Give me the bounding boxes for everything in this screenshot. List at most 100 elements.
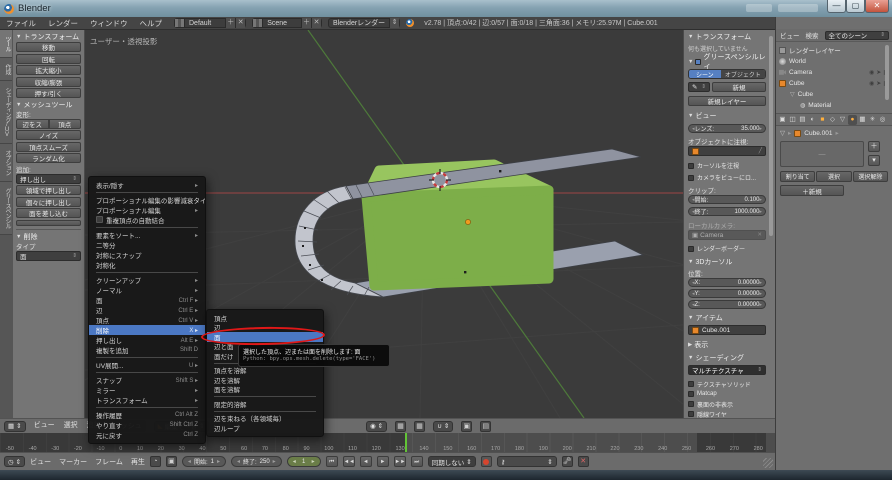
shading-mode-dropdown[interactable]: マルチテクスチャ⇕ [688,365,766,375]
np-item-header[interactable]: ▼アイテム [688,313,766,323]
scene-selector[interactable]: Scene ＋ ✕ [252,18,322,28]
tab-scene[interactable]: ▤ [798,115,807,125]
submenu-item[interactable] [214,411,316,412]
outliner-display-dropdown[interactable]: 全てのシーン⇕ [825,31,890,40]
np-view-header[interactable]: ▼ビュー [688,111,766,121]
context-menu-item[interactable]: 要素をソート...▸ [89,230,205,240]
tool-button[interactable]: 拡大縮小 [16,65,81,75]
context-menu-item[interactable]: 辺Ctrl E ▸ [89,305,205,315]
context-menu-item[interactable]: プロポーショナル編集の影響減衰タイプ▸ [89,195,205,205]
jump-to-start-button[interactable]: ⏮ [326,456,338,467]
editor-type-dropdown[interactable]: ◷⇕ [4,456,25,467]
context-menu-item[interactable]: UV展開...U ▸ [89,360,205,370]
cursor-z-field[interactable]: ◂Z:0.00000▸ [688,300,766,309]
extrude-dropdown[interactable]: 押し出し⇕ [16,174,81,184]
cursor-x-field[interactable]: ◂X:0.00000▸ [688,278,766,287]
lock-object-field[interactable]: ╱ [688,146,766,156]
pivot-dropdown[interactable]: ◉⇕ [366,421,387,432]
context-menu-item[interactable]: トランスフォーム▸ [89,395,205,405]
context-menu-item[interactable] [96,227,198,228]
shelf-tab[interactable]: オプション [0,144,12,182]
np-gpencil-header[interactable]: ▼グリースペンシルレイ [688,57,766,67]
outliner-row-material[interactable]: ◍ Material [800,100,888,110]
tab-render-layers[interactable]: ◫ [788,115,797,125]
context-menu-item[interactable]: 対称化 [89,260,205,270]
close-button[interactable]: ✕ [865,0,889,13]
add-slot-button[interactable]: ＋ [868,141,880,152]
context-menu-item[interactable]: プロポーショナル編集▸ [89,205,205,215]
outliner-scrollbar[interactable] [885,45,889,100]
select-button[interactable]: 選択 [816,171,851,182]
vertex-slide-button[interactable]: 頂点 [49,119,82,129]
context-menu-item[interactable]: 元に戻すCtrl Z [89,430,205,440]
context-menu-item[interactable]: クリーンアップ▸ [89,275,205,285]
deselect-button[interactable]: 選択解除 [853,171,888,182]
shading-checkbox[interactable]: テクスチャソリッド [688,379,766,389]
sync-dropdown[interactable]: 同期しない⇕ [428,456,476,467]
maximize-button[interactable]: ▢ [846,0,865,13]
outliner-row-renderlayers[interactable]: レンダーレイヤー▪ [779,45,889,55]
context-menu-item[interactable] [96,357,198,358]
tool-button[interactable]: 面を差し込む [16,208,81,218]
submenu-item[interactable]: 面を溶解 [207,385,323,395]
np-shading-header[interactable]: ▼シェーディング [688,353,766,363]
outliner-row-world[interactable]: World [779,56,889,66]
clear-icon[interactable]: ✕ [757,232,762,238]
submenu-item[interactable]: 辺を溶解 [207,375,323,385]
tool-button[interactable]: ランダム化 [16,153,81,163]
add-scene-button[interactable]: ＋ [301,18,311,28]
context-menu-item[interactable]: 対称にスナップ [89,250,205,260]
view3d-menu-item[interactable]: 選択 [64,420,78,432]
tool-button[interactable]: ノイズ [16,130,81,140]
delete-keyframe-icon[interactable]: ✕ [578,456,589,467]
selectable-icon[interactable]: ➤ [876,69,881,76]
add-layout-button[interactable]: ＋ [225,18,235,28]
tool-button[interactable]: 回転 [16,54,81,64]
context-menu-item[interactable]: やり直すShift Ctrl Z [89,420,205,430]
delete-scene-button[interactable]: ✕ [311,18,321,28]
snap-dropdown[interactable]: ∪⇕ [433,421,453,432]
np-display-header[interactable]: ▶表示 [688,340,766,350]
checkbox-checked-icon[interactable] [695,59,701,65]
tool-button[interactable]: 収縮/膨張 [16,77,81,87]
clip-end-field[interactable]: ◂終了:1000.000▸ [688,207,766,216]
shading-checkbox[interactable]: 裏面の非表示 [688,399,766,409]
submenu-item[interactable]: 辺ループ [207,423,323,433]
frame-start-field[interactable]: ◂開始:1▸ [182,456,226,467]
layers-grid-icon[interactable]: ▦ [395,421,406,432]
submenu-item[interactable]: 限定的溶解 [207,399,323,409]
context-menu-item[interactable]: ミラー▸ [89,385,205,395]
clipped-tool-button[interactable] [16,220,81,226]
edge-slide-button[interactable]: 辺をス [16,119,49,129]
tool-button[interactable]: 個々に押し出し [16,197,81,207]
prev-keyframe-button[interactable]: ◄◄ [343,456,355,467]
new-material-button[interactable]: ＋ 新規 [780,185,844,196]
render-border-checkbox[interactable]: レンダーボーダー [688,244,766,253]
current-frame-field[interactable]: ◂1▸ [287,456,321,467]
context-menu-item[interactable] [96,272,198,273]
preview-range-icon[interactable]: ◔ [150,456,161,467]
transform-panel-header[interactable]: ▼ トランスフォーム [16,32,81,42]
lens-field[interactable]: ◂レンズ:35.000▸ [688,124,766,133]
auto-keyframe-button[interactable] [481,456,492,467]
clip-start-field[interactable]: ◂開始:0.100▸ [688,195,766,204]
shading-checkbox[interactable]: Matcap [688,389,766,399]
outliner-search-menu[interactable]: 検索 [806,30,819,40]
lock-cursor-checkbox[interactable]: カーソルを注視 [688,161,766,170]
view3d-menu-item[interactable]: ビュー [34,420,55,432]
shelf-tab[interactable]: グリースペンシル [0,182,12,235]
delete-layout-button[interactable]: ✕ [235,18,245,28]
eyedropper-icon[interactable]: ╱ [759,148,762,154]
outliner-row-cube[interactable]: Cube ◉➤▣ [779,78,889,88]
screen-layout-selector[interactable]: Default ＋ ✕ [174,18,246,28]
npanel-scrollbar[interactable] [769,36,773,236]
visibility-eye-icon[interactable]: ◉ [869,69,874,76]
play-button[interactable]: ► [377,456,389,467]
tool-button[interactable]: 頂点スムーズ [16,142,81,152]
context-menu-item[interactable]: ノーマル▸ [89,285,205,295]
gpencil-draw-dropdown[interactable]: ✎⇕ [688,82,710,92]
tool-button[interactable]: 押す/引く [16,88,81,98]
context-menu-item[interactable]: 操作履歴Ctrl Alt Z [89,410,205,420]
shelf-tab[interactable]: ツール [0,30,12,58]
window-titlebar[interactable]: Blender — ▢ ✕ [0,0,892,17]
